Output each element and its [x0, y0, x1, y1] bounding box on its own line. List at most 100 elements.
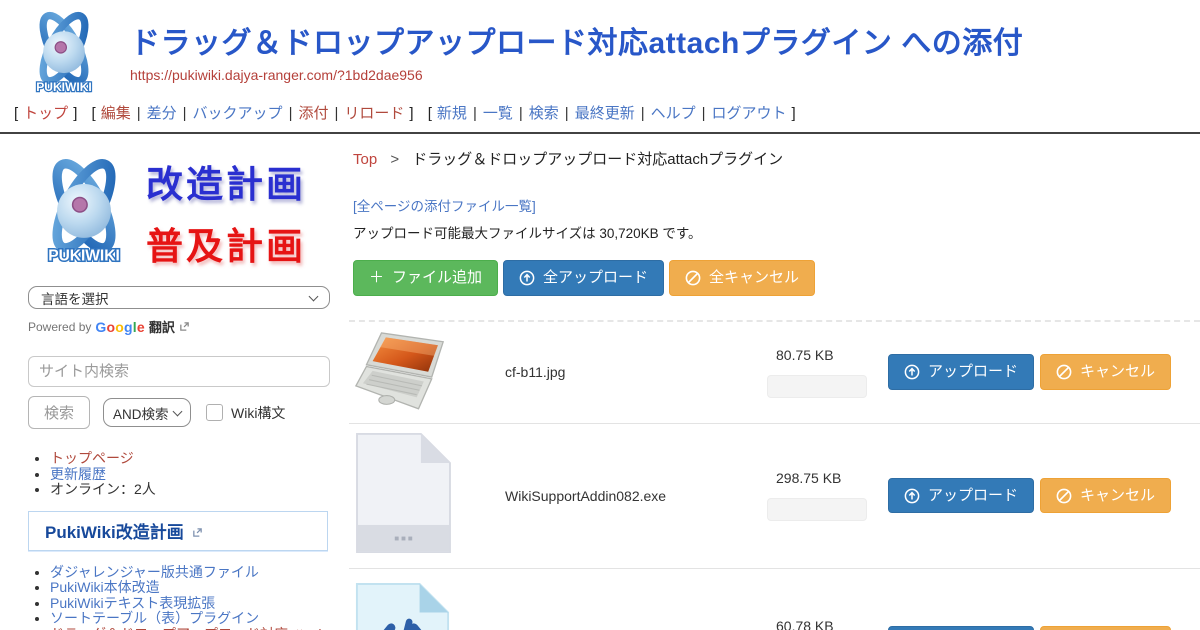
nav-list[interactable]: 一覧	[483, 105, 513, 122]
sidebar-quick-links: トップページ 更新履歴 オンライン：2人	[28, 451, 331, 498]
nav-top[interactable]: トップ	[23, 105, 68, 122]
upload-button[interactable]: アップロード	[888, 478, 1034, 514]
google-logo: Google	[95, 319, 144, 335]
sidebar-section-title[interactable]: PukiWiki改造計画	[28, 511, 328, 551]
external-link-icon	[192, 527, 203, 538]
upload-all-button[interactable]: 全アップロード	[503, 260, 664, 296]
file-thumbnail-laptop	[355, 329, 505, 416]
file-progress-cell: 298.75 KB	[767, 470, 879, 521]
plus-icon: ＋	[369, 268, 384, 288]
all-attachments-link[interactable]: [全ページの添付ファイル一覧]	[353, 195, 536, 215]
list-item: PukiWikiテキスト表現拡張	[50, 596, 331, 612]
nav-new[interactable]: 新規	[437, 105, 467, 122]
nav-backup[interactable]: バックアップ	[193, 105, 283, 122]
file-actions: アップロード キャンセル	[879, 354, 1200, 390]
file-size: 80.75 KB	[776, 347, 879, 363]
translate-powered-by: Powered by Google 翻訳	[28, 317, 331, 336]
sidebar-link-common-files[interactable]: ダジャレンジャー版共通ファイル	[50, 564, 259, 580]
nav-logout[interactable]: ログアウト	[712, 105, 787, 122]
file-progress-cell: 80.75 KB	[767, 347, 879, 398]
add-files-button[interactable]: ＋ ファイル追加	[353, 260, 498, 296]
search-button[interactable]: 検索	[28, 396, 90, 429]
upload-circle-icon	[904, 364, 920, 380]
ban-icon	[1056, 488, 1072, 504]
sidebar-atom-icon: PUKIWIKI	[28, 154, 140, 270]
list-item: ソートテーブル（表）プラグイン	[50, 611, 331, 627]
nav-diff[interactable]: 差分	[147, 105, 177, 122]
pukiwiki-logo[interactable]: PUKIWIKI	[20, 8, 108, 98]
section-title-link[interactable]: PukiWiki改造計画	[45, 523, 184, 542]
wiki-syntax-label: Wiki構文	[231, 403, 285, 423]
chevron-down-icon	[173, 406, 183, 416]
breadcrumb-separator: >	[390, 151, 399, 168]
nav-recent[interactable]: 最終更新	[575, 105, 635, 122]
upload-button[interactable]: アップロード	[888, 626, 1034, 630]
progress-bar	[767, 375, 867, 398]
cancel-button[interactable]: キャンセル	[1040, 478, 1171, 514]
max-upload-size-text: アップロード可能最大ファイルサイズは 30,720KB です。	[353, 222, 1200, 242]
sidebar-link-sort-table[interactable]: ソートテーブル（表）プラグイン	[50, 610, 259, 626]
file-icon-html	[355, 582, 505, 630]
file-progress-cell: 60.78 KB	[767, 618, 879, 630]
sidebar-link-top-page[interactable]: トップページ	[50, 450, 134, 466]
progress-bar	[767, 498, 867, 521]
file-row: cf-b11.jpg 80.75 KB アップロード キャンセル	[349, 322, 1200, 424]
file-name: WikiSupportAddin082.exe	[505, 488, 767, 504]
chevron-down-icon	[309, 291, 319, 301]
nav-edit[interactable]: 編集	[101, 105, 131, 122]
cancel-button[interactable]: キャンセル	[1040, 626, 1171, 630]
sidebar-plugin-links: ダジャレンジャー版共通ファイル PukiWiki本体改造 PukiWikiテキス…	[28, 565, 331, 630]
breadcrumb-current: ドラッグ＆ドロップアップロード対応attachプラグイン	[412, 151, 783, 168]
cancel-all-button[interactable]: 全キャンセル	[669, 260, 815, 296]
upload-button[interactable]: アップロード	[888, 354, 1034, 390]
nav-group-page: [編集|差分|バックアップ|添付|リロード]	[92, 105, 414, 122]
list-item: トップページ	[50, 451, 331, 467]
file-row: WikiSupportAddin082.exe 298.75 KB アップロード…	[349, 424, 1200, 569]
list-item: ドラッグ＆ドロップアップロード対応attachプラグイン	[50, 627, 331, 630]
sidebar-link-core-mod[interactable]: PukiWiki本体改造	[50, 579, 160, 595]
main-content: Top > ドラッグ＆ドロップアップロード対応attachプラグイン [全ページ…	[345, 134, 1200, 630]
search-mode-select[interactable]: AND検索	[103, 398, 191, 427]
nav-help[interactable]: ヘルプ	[651, 105, 696, 122]
file-size: 298.75 KB	[776, 470, 879, 486]
cancel-button[interactable]: キャンセル	[1040, 354, 1171, 390]
nav-reload[interactable]: リロード	[344, 105, 404, 122]
sidebar-brand-text: PUKIWIKI	[48, 248, 120, 265]
sidebar-link-text-ext[interactable]: PukiWikiテキスト表現拡張	[50, 595, 215, 611]
list-item: ダジャレンジャー版共通ファイル	[50, 565, 331, 581]
search-mode-value: AND検索	[113, 403, 169, 423]
search-controls: 検索 AND検索 Wiki構文	[28, 396, 331, 429]
sidebar-link-dnd-attach[interactable]: ドラッグ＆ドロップアップロード対応attachプラグイン	[50, 626, 326, 630]
file-row: contents.html 60.78 KB アップロード キャンセル	[349, 569, 1200, 630]
language-select-value: 言語を選択	[41, 288, 109, 308]
breadcrumb: Top > ドラッグ＆ドロップアップロード対応attachプラグイン	[349, 148, 1200, 169]
logo-brand-text: PUKIWIKI	[36, 80, 92, 94]
nav-search[interactable]: 検索	[529, 105, 559, 122]
upload-file-list: cf-b11.jpg 80.75 KB アップロード キャンセル	[349, 320, 1200, 630]
translate-link[interactable]: 翻訳	[149, 317, 175, 336]
page-url-link[interactable]: https://pukiwiki.dajya-ranger.com/?1bd2d…	[130, 67, 423, 83]
site-search-input[interactable]	[28, 356, 330, 387]
header-text: ドラッグ＆ドロップアップロード対応attachプラグイン への添付 https:…	[130, 8, 1023, 98]
sidebar: PUKIWIKI 改造計画 普及計画 言語を選択 Powered by Goog…	[0, 134, 345, 630]
wiki-syntax-checkbox[interactable]	[206, 404, 223, 421]
powered-by-text: Powered by	[28, 320, 91, 334]
nav-attach[interactable]: 添付	[298, 105, 328, 122]
upload-circle-icon	[519, 270, 535, 286]
list-item: 更新履歴	[50, 467, 331, 483]
top-nav: [トップ] [編集|差分|バックアップ|添付|リロード] [新規|一覧|検索|最…	[0, 98, 1200, 134]
slogan-line1: 改造計画	[146, 154, 306, 208]
slogan-line2: 普及計画	[146, 216, 306, 270]
file-name: cf-b11.jpg	[505, 364, 767, 380]
file-actions: アップロード キャンセル	[879, 626, 1200, 630]
sidebar-link-history[interactable]: 更新履歴	[50, 466, 106, 482]
page: PUKIWIKI ドラッグ＆ドロップアップロード対応attachプラグイン への…	[0, 0, 1200, 630]
nav-group-site: [新規|一覧|検索|最終更新|ヘルプ|ログアウト]	[428, 105, 796, 122]
file-icon-generic	[355, 432, 505, 559]
sidebar-logo[interactable]: PUKIWIKI 改造計画 普及計画	[28, 154, 331, 270]
breadcrumb-home[interactable]: Top	[353, 151, 377, 168]
file-size: 60.78 KB	[776, 618, 879, 630]
sidebar-slogan: 改造計画 普及計画	[146, 154, 306, 270]
ban-icon	[685, 270, 701, 286]
language-select[interactable]: 言語を選択	[28, 286, 330, 309]
